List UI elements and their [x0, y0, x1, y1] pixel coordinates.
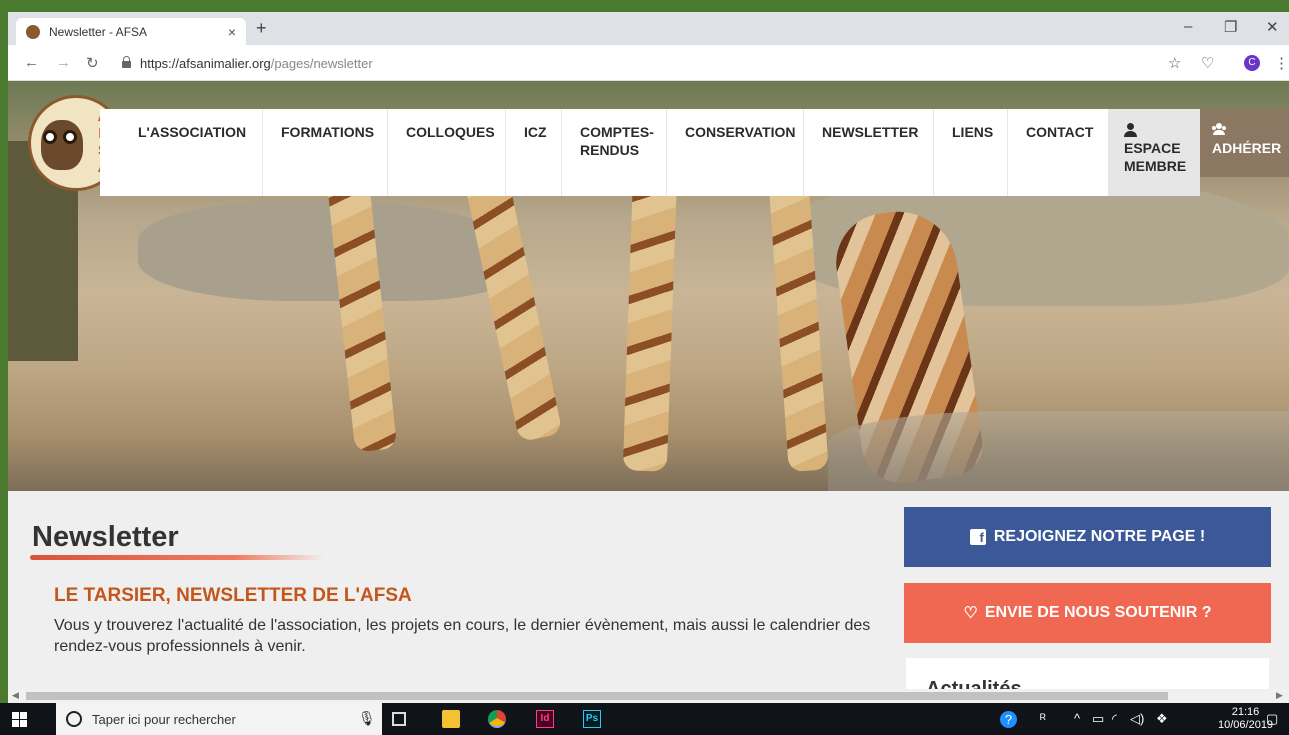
nav-espace-membre[interactable]: ESPACE MEMBRE — [1108, 109, 1200, 196]
main-nav: L'ASSOCIATION FORMATIONS COLLOQUES ICZ C… — [100, 109, 1108, 196]
tray-expand-icon[interactable]: ^ — [1074, 711, 1080, 726]
nav-item-icz[interactable]: ICZ — [506, 109, 562, 196]
reload-icon[interactable]: ↻ — [86, 54, 99, 72]
taskbar-search-box[interactable]: Taper ici pour rechercher 🎙 — [56, 703, 382, 735]
tarsier-icon — [41, 120, 83, 170]
volume-icon[interactable]: ◁) — [1130, 711, 1144, 727]
profile-avatar[interactable]: C — [1244, 55, 1260, 71]
people-icon[interactable]: ᴿ — [1040, 711, 1046, 726]
forward-icon[interactable]: → — [56, 54, 71, 71]
nav-item-colloques[interactable]: COLLOQUES — [388, 109, 506, 196]
tab-close-icon[interactable]: × — [228, 24, 236, 40]
nav-item-conservation[interactable]: CONSERVATION — [667, 109, 804, 196]
support-button[interactable]: ♡ ENVIE DE NOUS SOUTENIR ? — [904, 583, 1271, 643]
file-explorer-icon[interactable] — [442, 710, 460, 728]
url-domain: https://afsanimalier.org — [140, 56, 271, 71]
tab-strip: Newsletter - AFSA × + – ❐ ✕ — [8, 12, 1289, 45]
window-close-icon[interactable]: ✕ — [1266, 18, 1279, 36]
water-pool — [828, 411, 1289, 491]
main-content: Newsletter LE TARSIER, NEWSLETTER DE L'A… — [8, 491, 1289, 698]
dropbox-icon[interactable]: ❖ — [1156, 711, 1168, 727]
battery-icon[interactable]: ▭ — [1092, 711, 1104, 727]
cortana-icon — [66, 711, 82, 727]
address-toolbar: ← → ↻ https://afsanimalier.org/pages/new… — [8, 45, 1289, 81]
windows-taskbar: Taper ici pour rechercher 🎙 Id Ps ? ᴿ ^ … — [0, 703, 1289, 735]
users-icon — [1212, 123, 1226, 137]
photoshop-icon[interactable]: Ps — [583, 710, 601, 728]
new-tab-button[interactable]: + — [256, 18, 267, 39]
nav-item-liens[interactable]: LIENS — [934, 109, 1008, 196]
wifi-icon[interactable]: ◜ — [1112, 711, 1117, 727]
taskbar-search-placeholder: Taper ici pour rechercher — [92, 712, 236, 727]
title-underline — [30, 555, 324, 560]
intro-paragraph: Vous y trouverez l'actualité de l'associ… — [54, 617, 871, 655]
help-icon[interactable]: ? — [1000, 711, 1017, 728]
nav-adherer-button[interactable]: ADHÉRER — [1200, 109, 1289, 177]
horizontal-scrollbar[interactable]: ◀ ▶ — [8, 689, 1289, 703]
rock-shape — [138, 201, 518, 301]
facebook-page-button[interactable]: f REJOIGNEZ NOTRE PAGE ! — [904, 507, 1271, 567]
favicon-icon — [26, 24, 40, 39]
indesign-icon[interactable]: Id — [536, 710, 554, 728]
scroll-right-icon[interactable]: ▶ — [1276, 690, 1283, 701]
windows-start-icon[interactable] — [12, 712, 27, 727]
menu-kebab-icon[interactable]: ⋮ — [1274, 54, 1289, 72]
url-path: /pages/newsletter — [270, 56, 373, 71]
facebook-icon: f — [969, 529, 986, 545]
extension-icon[interactable]: ♡ — [1201, 54, 1214, 72]
notifications-icon[interactable]: ▢ — [1266, 711, 1278, 727]
nav-item-association[interactable]: L'ASSOCIATION — [100, 109, 263, 196]
task-view-icon[interactable] — [392, 712, 406, 726]
bookmark-star-icon[interactable]: ☆ — [1168, 54, 1181, 72]
scroll-left-icon[interactable]: ◀ — [12, 690, 19, 701]
browser-window: Newsletter - AFSA × + – ❐ ✕ ← → ↻ https:… — [8, 12, 1289, 735]
heart-icon: ♡ — [963, 605, 978, 622]
minimize-icon[interactable]: – — [1184, 18, 1192, 35]
address-bar[interactable]: https://afsanimalier.org/pages/newslette… — [140, 56, 373, 71]
lock-icon — [122, 56, 131, 68]
nav-item-formations[interactable]: FORMATIONS — [263, 109, 388, 196]
taskbar-clock[interactable]: 21:16 10/06/2019 — [1218, 706, 1273, 732]
nav-item-contact[interactable]: CONTACT — [1008, 109, 1108, 196]
back-icon[interactable]: ← — [24, 54, 39, 71]
nav-item-newsletter[interactable]: NEWSLETTER — [804, 109, 934, 196]
restore-icon[interactable]: ❐ — [1224, 18, 1237, 36]
page-title: Newsletter — [32, 521, 179, 553]
scrollbar-thumb[interactable] — [26, 692, 1168, 700]
browser-tab[interactable]: Newsletter - AFSA × — [16, 18, 246, 45]
chrome-icon[interactable] — [488, 710, 506, 728]
tab-title: Newsletter - AFSA — [49, 24, 148, 39]
nav-item-comptes-rendus[interactable]: COMPTES- RENDUS — [562, 109, 667, 196]
newsletter-subtitle: LE TARSIER, NEWSLETTER DE L'AFSA — [54, 585, 412, 606]
giraffe-leg — [622, 170, 678, 472]
user-icon — [1124, 123, 1138, 137]
microphone-icon[interactable]: 🎙 — [358, 710, 376, 727]
